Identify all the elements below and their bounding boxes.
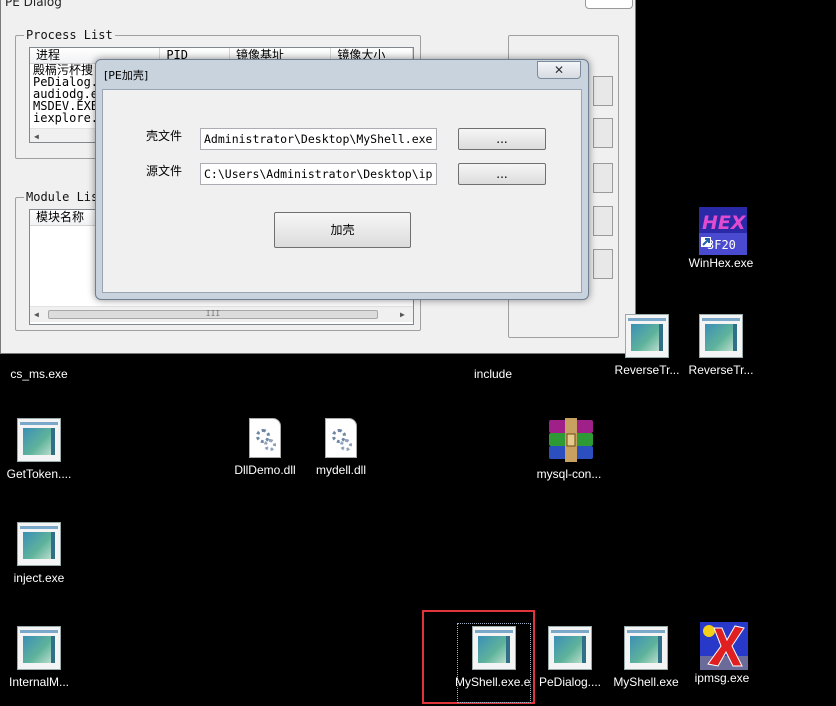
exe-icon [17,522,61,566]
exe-icon [624,626,668,670]
desktop-icon-label: ReverseTr... [614,363,680,377]
desktop-icon-label: ReverseTr... [688,363,754,377]
shell-dialog-client: 壳文件 Administrator\Desktop\MyShell.exe ..… [102,89,582,293]
ipmsg-icon [700,622,748,670]
panel-button[interactable] [593,163,613,193]
desktop-icon-label: mydell.dll [315,463,366,477]
dll-icon [325,418,357,458]
exe-icon [17,418,61,462]
add-shell-button[interactable]: 加壳 [274,212,411,248]
desktop-icon-label: mysql-con... [536,467,602,481]
desktop-icon-label: MyShell.exe [613,675,679,689]
pe-shell-dialog: [PE加壳] ✕ 壳文件 Administrator\Desktop\MyShe… [95,59,589,300]
desktop-icon[interactable]: cs_ms.exe [0,362,78,382]
exe-icon [17,626,61,670]
desktop-icon-label: PeDialog.... [538,675,602,689]
desktop-icon-label: inject.exe [13,571,65,585]
desktop-icon[interactable]: HEX 3F20 WinHex.exe [682,207,760,271]
process-list-label: Process List [24,28,115,42]
desktop-icon[interactable]: mydell.dll [302,418,380,478]
panel-button[interactable] [593,249,613,279]
pe-dialog-close-button[interactable] [585,0,633,9]
desktop-icon-label: DllDemo.dll [234,463,296,477]
desktop-icon-label: WinHex.exe [688,256,754,270]
desktop-icon-label: include [473,367,513,381]
scroll-left-icon[interactable]: ◀ [34,132,39,141]
desktop-icon-label: ipmsg.exe [694,671,750,685]
svg-text:3F20: 3F20 [707,238,736,252]
close-button[interactable]: ✕ [537,61,581,79]
winhex-icon: HEX 3F20 [699,207,747,255]
desktop-icon-label: cs_ms.exe [10,367,68,381]
exe-icon [472,626,516,670]
browse-source-button[interactable]: ... [458,163,546,185]
shell-file-input[interactable]: Administrator\Desktop\MyShell.exe [200,128,437,150]
panel-button[interactable] [593,206,613,236]
desktop-icon[interactable]: DllDemo.dll [226,418,304,478]
svg-text:HEX: HEX [702,212,747,234]
module-list-scrollbar[interactable]: ◀ III ▶ [30,306,413,322]
desktop-icon[interactable]: GetToken.... [0,418,78,482]
desktop-icon[interactable]: ReverseTr... [608,314,686,378]
panel-button[interactable] [593,76,613,106]
desktop-icon[interactable]: PeDialog.... [531,626,609,690]
desktop-icon-label: GetToken.... [6,467,72,481]
scroll-thumb[interactable]: III [48,310,378,319]
shell-dialog-title: [PE加壳] [104,69,149,82]
desktop-icon-selected[interactable]: MyShell.exe.exe [455,626,533,706]
panel-button[interactable] [593,118,613,148]
exe-icon [625,314,669,358]
desktop-icon[interactable]: ReverseTr... [682,314,760,378]
scroll-right-icon[interactable]: ▶ [400,310,405,319]
exe-icon [548,626,592,670]
desktop-icon[interactable]: include [454,362,532,382]
desktop-icon[interactable]: MyShell.exe [607,626,685,690]
scroll-left-icon[interactable]: ◀ [34,310,39,319]
browse-shell-button[interactable]: ... [458,128,546,150]
pe-dialog-title: PE Dialog [5,0,62,9]
shell-file-label: 壳文件 [146,129,183,143]
dll-icon [249,418,281,458]
desktop-icon-label: InternalM... [8,675,70,689]
desktop-icon[interactable]: mysql-con... [530,418,608,482]
desktop-icon[interactable]: inject.exe [0,522,78,586]
source-file-label: 源文件 [146,164,183,178]
close-icon: ✕ [553,63,565,77]
source-file-input[interactable]: C:\Users\Administrator\Desktop\ip [200,163,437,185]
desktop-icon[interactable]: ipmsg.exe [683,622,761,686]
exe-icon [699,314,743,358]
winrar-icon [547,418,593,462]
desktop-icon-label: MyShell.exe.exe [455,675,531,689]
desktop-icon[interactable]: InternalM... [0,626,78,690]
